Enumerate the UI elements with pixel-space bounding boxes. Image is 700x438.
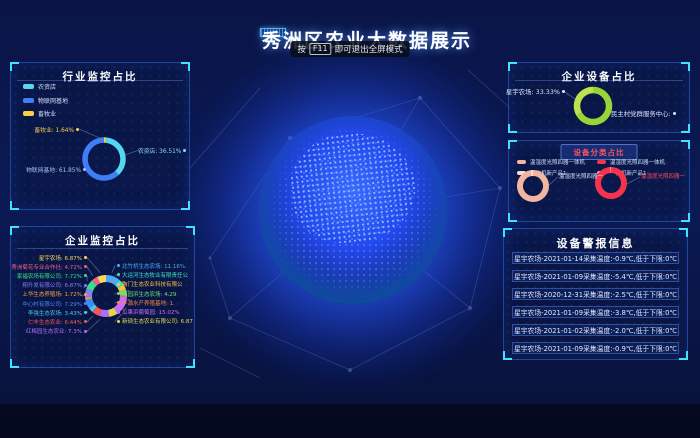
panel-industry-monitor: 行业监控占比 农资店 物联网基地 畜牧业 畜牧业: 1.64% 农资店: 36.…	[10, 62, 190, 210]
chart-label: 李强生态农场: 3.43%	[13, 308, 87, 317]
dashboard: 秀洲区农业大数据展示 按 F11 即可退出全屏模式 行业监控占比 农资店 物联网…	[0, 0, 700, 438]
chart-label-text: 秀洲菊花专业合作社: 4.72%	[11, 263, 82, 271]
label-dot	[84, 284, 87, 287]
chart-label-text: 畜牧业: 1.64%	[34, 125, 74, 134]
panel-title: 设备警报信息	[504, 229, 687, 251]
footer-band	[0, 404, 700, 438]
alarm-text: 星宇农场-2021-01-09采集温度:-5.4℃,低于下限:0℃	[514, 271, 677, 281]
chart-label: 民主村党群服务中心:	[611, 109, 676, 118]
label-dot	[84, 302, 87, 305]
chart-label-text: 瓜果浜葡萄园: 15.02%	[122, 308, 180, 316]
chart-label: 家福农场有限公司: 7.72%	[13, 271, 87, 280]
label-dot	[673, 112, 676, 115]
enterprise-labels-left: 星宇农场: 6.87% 秀洲菊花专业合作社: 4.72% 家福农场有限公司: 7…	[13, 253, 87, 336]
chart-label-text: 仁丰生态农业: 6.44%	[28, 318, 82, 326]
chart-label-text: 北竹桥生态农场: 11.16%	[122, 262, 185, 270]
alarm-text: 星宇农场-2020-12-31采集温度:-2.5℃,低于下限:0℃	[514, 289, 677, 299]
chart-label: 翔升发有限公司: 6.87%	[13, 281, 87, 290]
fullscreen-tip: 按 F11 即可退出全屏模式	[290, 41, 409, 57]
label-dot	[84, 274, 87, 277]
label-dot	[84, 256, 87, 259]
device-class-callout-1: 温湿度光照四器一	[559, 172, 603, 180]
chart-label-text: 民主村党群服务中心:	[611, 109, 671, 118]
label-dot	[562, 90, 565, 93]
label-dot	[117, 311, 120, 314]
enterprise-labels-right: 北竹桥生态农场: 11.16% 大运河生态牧业有限责任公 陶门生态农业科技有限公…	[117, 261, 195, 326]
chart-label: 秀洲菊花专业合作社: 4.72%	[13, 262, 87, 271]
alarm-text: 星宇农场-2021-01-14采集温度:-0.9℃,低于下限:0℃	[514, 253, 677, 263]
chart-label-text: 家福农场有限公司: 7.72%	[17, 272, 82, 280]
alarm-row: 星宇农场-2021-01-09采集温度:-3.8℃,低于下限:0℃	[512, 306, 679, 318]
label-dot	[84, 311, 87, 314]
chart-label-text: 新硕生态农业有限公司: 6.87	[122, 317, 193, 325]
alarm-row: 星宇农场-2020-12-31采集温度:-2.5℃,低于下限:0℃	[512, 288, 679, 300]
chart-label: 仁丰生态农业: 6.44%	[13, 317, 87, 326]
device-class-callout-2: 温湿度光照四器一	[641, 172, 685, 180]
chart-label-text: 星宇农场: 33.33%	[506, 87, 560, 96]
panel-enterprise-monitor: 企业监控占比 星宇农场: 6.87% 秀洲菊花专业合作社: 4.72% 家福农场…	[10, 226, 195, 368]
globe	[259, 116, 447, 304]
label-dot	[117, 320, 120, 323]
chart-label-text: 上华生态养殖场: 1.72%	[22, 290, 82, 298]
label-dot	[84, 320, 87, 323]
industry-donut-chart[interactable]	[11, 63, 191, 211]
chart-label-text: 陶门生态农业科技有限公	[122, 280, 183, 288]
label-dot	[183, 149, 186, 152]
alarm-text: 星宇农场-2021-01-09采集温度:-0.9℃,低于下限:0℃	[514, 343, 677, 353]
chart-label-text: 李强生态农场: 3.43%	[28, 309, 82, 317]
panel-alarm-info: 设备警报信息 星宇农场-2021-01-14采集温度:-0.9℃,低于下限:0℃…	[503, 228, 688, 360]
chart-label: 上华生态养殖场: 1.72%	[13, 290, 87, 299]
chart-label-text: 大运河生态牧业有限责任公	[122, 271, 188, 279]
chart-label: 大运河生态牧业有限责任公	[117, 270, 195, 279]
device-ratio-donut-chart[interactable]	[509, 63, 691, 134]
alarm-row: 星宇农场-2021-01-14采集温度:-0.9℃,低于下限:0℃	[512, 252, 679, 264]
alarm-row: 星宇农场-2021-01-09采集温度:-0.9℃,低于下限:0℃	[512, 342, 679, 354]
chart-label: 畜牧业: 1.64%	[21, 125, 79, 134]
label-dot	[84, 330, 87, 333]
chart-label: 北竹桥生态农场: 11.16%	[117, 261, 195, 270]
label-dot	[83, 168, 86, 171]
chart-label: 中心村有限公司: 7.29%	[13, 299, 87, 308]
label-dot	[84, 293, 87, 296]
f11-key-badge: F11	[309, 43, 332, 55]
chart-label: 丰源水产养殖基地: 1.	[117, 298, 195, 307]
fullscreen-tip-suffix: 即可退出全屏模式	[335, 43, 403, 55]
chart-label: 星宇农场: 33.33%	[513, 87, 565, 96]
chart-label-text: 星宇农场: 6.87%	[39, 254, 82, 262]
label-dot	[117, 273, 120, 276]
label-dot	[76, 128, 79, 131]
fullscreen-tip-prefix: 按	[297, 43, 306, 55]
device-class-donut-2[interactable]	[509, 141, 691, 223]
panel-device-ratio: 企业设备占比 星宇农场: 33.33% 民主村党群服务中心:	[508, 62, 690, 133]
alarm-text: 星宇农场-2021-01-02采集温度:-2.0℃,低于下限:0℃	[514, 325, 677, 335]
alarm-row: 星宇农场-2021-01-09采集温度:-5.4℃,低于下限:0℃	[512, 270, 679, 282]
panel-device-class: 设备分类占比 温湿度光照四器一体机 一体机新产品1 温湿度光照四器一体机 一体机…	[508, 140, 690, 222]
chart-label: 梅园浜生态农场: 4.29	[117, 289, 195, 298]
alarm-row: 星宇农场-2021-01-02采集温度:-2.0℃,低于下限:0℃	[512, 324, 679, 336]
label-dot	[117, 264, 120, 267]
chart-label-text: 梅园浜生态农场: 4.29	[122, 290, 176, 298]
label-dot	[84, 265, 87, 268]
chart-label: 农资店: 36.51%	[138, 146, 186, 155]
chart-label: 物联网基地: 61.85%	[13, 165, 86, 174]
chart-label: 红梅园生态农业: 7.3%	[13, 327, 87, 336]
chart-label-text: 红梅园生态农业: 7.3%	[26, 327, 82, 335]
chart-label-text: 物联网基地: 61.85%	[26, 165, 81, 174]
alarm-text: 星宇农场-2021-01-09采集温度:-3.8℃,低于下限:0℃	[514, 307, 677, 317]
chart-label-text: 丰源水产养殖基地: 1.	[122, 299, 175, 307]
chart-label-text: 农资店: 36.51%	[138, 146, 181, 155]
chart-label: 陶门生态农业科技有限公	[117, 280, 195, 289]
chart-label: 星宇农场: 6.87%	[13, 253, 87, 262]
chart-label: 新硕生态农业有限公司: 6.87	[117, 317, 195, 326]
chart-label: 瓜果浜葡萄园: 15.02%	[117, 307, 195, 316]
chart-label-text: 翔升发有限公司: 6.87%	[22, 281, 82, 289]
label-dot	[117, 301, 120, 304]
alarm-list[interactable]: 星宇农场-2021-01-14采集温度:-0.9℃,低于下限:0℃ 星宇农场-2…	[512, 252, 679, 354]
label-dot	[117, 292, 120, 295]
chart-label-text: 中心村有限公司: 7.29%	[22, 300, 82, 308]
label-dot	[117, 283, 120, 286]
